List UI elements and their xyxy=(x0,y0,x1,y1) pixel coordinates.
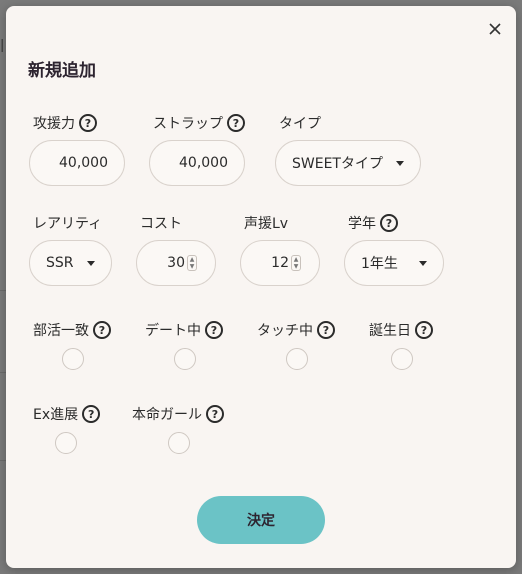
grade-label: 学年 xyxy=(348,216,376,232)
support-power-field: 攻援力 ? xyxy=(33,112,97,134)
grade-select[interactable]: 1年生 xyxy=(344,240,444,286)
true-love-girl-field: 本命ガール ? xyxy=(132,403,224,425)
touching-field: タッチ中 ? xyxy=(257,319,335,341)
rarity-field: レアリティ xyxy=(33,212,102,234)
touching-checkbox[interactable] xyxy=(286,348,308,370)
stepper-icon[interactable]: ▲ ▼ xyxy=(291,255,301,271)
support-power-label: 攻援力 xyxy=(33,116,75,132)
close-button[interactable] xyxy=(486,20,504,38)
strap-field: ストラップ ? xyxy=(153,112,245,134)
strap-label: ストラップ xyxy=(153,116,223,132)
rarity-select[interactable]: SSR xyxy=(29,240,112,286)
chevron-down-icon xyxy=(87,260,95,266)
cost-value: 30 xyxy=(167,255,185,271)
grade-value: 1年生 xyxy=(361,256,398,272)
dating-checkbox[interactable] xyxy=(174,348,196,370)
help-icon[interactable]: ? xyxy=(93,321,111,339)
help-icon[interactable]: ? xyxy=(380,214,398,232)
grade-field: 学年 ? xyxy=(348,212,398,234)
type-field: タイプ xyxy=(279,112,321,134)
rarity-label: レアリティ xyxy=(33,216,103,232)
birthday-checkbox[interactable] xyxy=(391,348,413,370)
cost-label: コスト xyxy=(140,216,182,232)
true-love-girl-label: 本命ガール xyxy=(132,407,202,423)
club-match-field: 部活一致 ? xyxy=(33,319,111,341)
club-match-label: 部活一致 xyxy=(33,323,89,339)
help-icon[interactable]: ? xyxy=(317,321,335,339)
touching-label: タッチ中 xyxy=(257,323,313,339)
voice-lv-value: 12 xyxy=(271,255,289,271)
help-icon[interactable]: ? xyxy=(82,405,101,423)
close-icon xyxy=(489,23,501,35)
add-dialog: 新規追加 攻援力 ? 40,000 ストラップ ? 40,000 タイプ SWE… xyxy=(6,6,516,568)
voice-lv-field: 声援Lv xyxy=(244,212,288,234)
type-select[interactable]: SWEETタイプ xyxy=(275,140,421,186)
help-icon[interactable]: ? xyxy=(206,405,224,423)
type-value: SWEETタイプ xyxy=(292,156,383,172)
type-label: タイプ xyxy=(279,116,321,132)
cost-input[interactable]: 30 ▲ ▼ xyxy=(136,240,216,286)
voice-lv-label: 声援Lv xyxy=(244,216,289,232)
club-match-checkbox[interactable] xyxy=(62,348,84,370)
help-icon[interactable]: ? xyxy=(227,114,245,132)
dating-field: デート中 ? xyxy=(145,319,223,341)
ex-progress-checkbox[interactable] xyxy=(55,432,77,454)
stepper-icon[interactable]: ▲ ▼ xyxy=(187,255,197,271)
birthday-field: 誕生日 ? xyxy=(369,319,433,341)
support-power-value: 40,000 xyxy=(59,155,108,171)
submit-button[interactable]: 決定 xyxy=(197,496,325,544)
ex-progress-field: Ex進展 ? xyxy=(33,403,101,425)
dating-label: デート中 xyxy=(145,323,201,339)
dialog-title: 新規追加 xyxy=(28,61,96,81)
help-icon[interactable]: ? xyxy=(79,114,97,132)
cost-field: コスト xyxy=(140,212,182,234)
birthday-label: 誕生日 xyxy=(369,323,411,339)
true-love-girl-checkbox[interactable] xyxy=(168,432,190,454)
chevron-down-icon xyxy=(396,160,404,166)
rarity-value: SSR xyxy=(46,255,74,271)
help-icon[interactable]: ? xyxy=(415,321,433,339)
help-icon[interactable]: ? xyxy=(205,321,223,339)
strap-value: 40,000 xyxy=(179,155,228,171)
chevron-down-icon xyxy=(419,260,427,266)
voice-lv-input[interactable]: 12 ▲ ▼ xyxy=(240,240,320,286)
support-power-input[interactable]: 40,000 xyxy=(29,140,125,186)
ex-progress-label: Ex進展 xyxy=(33,407,79,423)
strap-input[interactable]: 40,000 xyxy=(149,140,245,186)
